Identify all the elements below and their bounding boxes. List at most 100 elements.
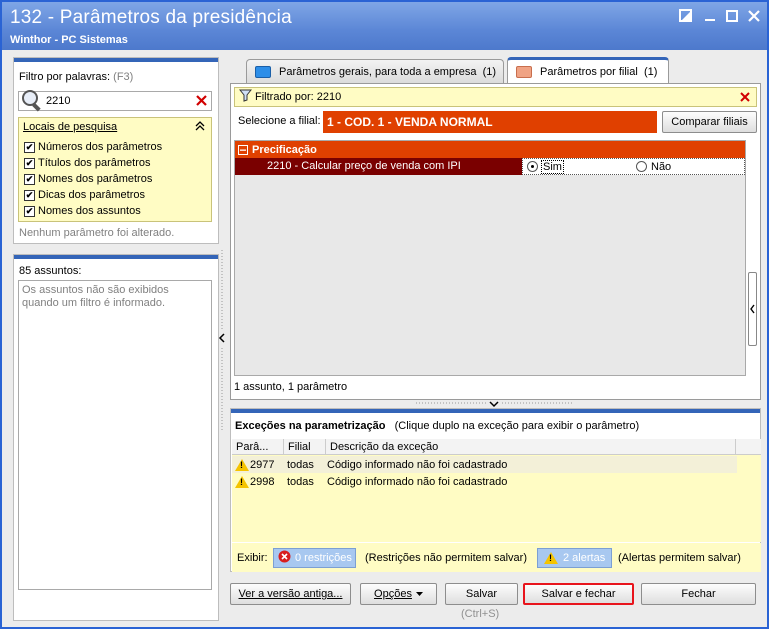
close-button[interactable]: Fechar <box>641 583 756 605</box>
main-window: 132 - Parâmetros da presidência Winthor … <box>0 0 769 629</box>
tab-count: (1) <box>643 66 658 78</box>
minimize-icon[interactable] <box>702 9 718 25</box>
row-description: Código informado não foi cadastrado <box>327 475 508 488</box>
radio-yes-label[interactable]: Sim <box>541 160 564 174</box>
close-icon[interactable] <box>746 9 762 25</box>
warning-icon <box>235 475 249 488</box>
old-version-label: Ver a versão antiga... <box>238 588 343 600</box>
parameter-label: 2210 - Calcular preço de venda com IPI <box>235 158 522 175</box>
checkbox-checked-icon[interactable]: ✔ <box>24 173 35 185</box>
option-label: Nomes dos assuntos <box>38 205 141 217</box>
option-label: Números dos parâmetros <box>38 141 163 153</box>
row-description: Código informado não foi cadastrado <box>327 458 508 471</box>
compare-branches-button[interactable]: Comparar filiais <box>662 111 757 133</box>
dropdown-arrow-icon <box>415 588 423 600</box>
collapse-minus-icon[interactable] <box>238 144 248 155</box>
folder-icon <box>255 65 271 78</box>
collapse-icon[interactable] <box>195 121 205 134</box>
search-locations-title: Locais de pesquisa <box>23 121 118 133</box>
window-subtitle: Winthor - PC Sistemas <box>10 34 128 46</box>
clear-filter-icon[interactable] <box>740 92 750 105</box>
checkbox-checked-icon[interactable]: ✔ <box>24 189 35 201</box>
tab-general-parameters[interactable]: Parâmetros gerais, para toda a empresa (… <box>246 59 504 83</box>
alerts-label: 2 alertas <box>563 552 606 564</box>
parameters-grid: Precificação 2210 - Calcular preço de ve… <box>234 140 746 376</box>
filter-text: Filtrado por: 2210 <box>255 91 342 103</box>
tab-label: Parâmetros por filial <box>540 66 638 78</box>
option-parameter-titles[interactable]: ✔ Títulos dos parâmetros <box>24 155 151 171</box>
option-label: Dicas dos parâmetros <box>38 189 145 201</box>
summary-text: 1 assunto, 1 parâmetro <box>234 381 348 393</box>
option-parameter-names[interactable]: ✔ Nomes dos parâmetros <box>24 171 152 187</box>
row-param: 2998 <box>250 475 275 488</box>
search-value: 2210 <box>46 95 71 107</box>
exceptions-hint: (Clique duplo na exceção para exibir o p… <box>394 420 640 432</box>
side-collapse-handle[interactable] <box>748 272 757 346</box>
option-parameter-hints[interactable]: ✔ Dicas dos parâmetros <box>24 187 145 203</box>
window-title: 132 - Parâmetros da presidência <box>10 7 292 28</box>
old-version-button[interactable]: Ver a versão antiga... <box>230 583 351 605</box>
column-header-description[interactable]: Descrição da exceção <box>326 439 736 454</box>
exceptions-header: Parâ... Filial Descrição da exceção <box>232 439 761 455</box>
restrictions-button[interactable]: 0 restrições <box>273 548 356 568</box>
window-body: Filtro por palavras: (F3) 2210 Locais de… <box>2 50 767 627</box>
funnel-icon <box>238 89 253 105</box>
category-label: Precificação <box>252 143 317 156</box>
exceptions-title: Exceções na parametrização <box>235 420 386 432</box>
table-row[interactable]: 2977 todas Código informado não foi cada… <box>232 456 737 473</box>
tab-branch-parameters[interactable]: Parâmetros por filial (1) <box>507 57 669 84</box>
title-bar[interactable]: 132 - Parâmetros da presidência Winthor … <box>2 2 767 50</box>
panel-accent-bar <box>14 255 218 259</box>
warning-icon <box>235 458 249 471</box>
restore-icon[interactable] <box>678 9 694 25</box>
panel-splitter[interactable] <box>218 250 227 430</box>
option-subject-names[interactable]: ✔ Nomes dos assuntos <box>24 203 141 219</box>
option-parameter-numbers[interactable]: ✔ Números dos parâmetros <box>24 139 162 155</box>
column-header-param[interactable]: Parâ... <box>232 439 284 454</box>
maximize-icon[interactable] <box>724 9 740 25</box>
subjects-count: 85 assuntos: <box>19 265 82 277</box>
save-and-close-button[interactable]: Salvar e fechar <box>523 583 634 605</box>
filter-hotkey: (F3) <box>113 71 134 83</box>
parameter-row[interactable]: 2210 - Calcular preço de venda com IPI S… <box>235 158 745 175</box>
exceptions-footer: Exibir: 0 restrições (Restrições não per… <box>232 543 761 572</box>
parameter-value: Sim Não <box>522 158 745 175</box>
subjects-info: Os assuntos não são exibidos quando um f… <box>22 284 169 309</box>
filter-label: Filtro por palavras: (F3) <box>19 71 134 83</box>
search-input[interactable]: 2210 <box>18 90 212 112</box>
folder-icon <box>516 66 532 78</box>
show-label: Exibir: <box>237 552 268 564</box>
filter-bar: Filtrado por: 2210 <box>234 87 757 107</box>
tab-label: Parâmetros gerais, para toda a empresa <box>279 65 477 78</box>
checkbox-checked-icon[interactable]: ✔ <box>24 205 35 217</box>
subjects-list[interactable]: Os assuntos não são exibidos quando um f… <box>18 280 212 590</box>
checkbox-checked-icon[interactable]: ✔ <box>24 141 35 153</box>
option-label: Nomes dos parâmetros <box>38 173 153 185</box>
save-hotkey: (Ctrl+S) <box>461 608 500 620</box>
clear-search-icon[interactable] <box>196 95 207 109</box>
radio-yes[interactable] <box>527 161 538 172</box>
exceptions-list: 2977 todas Código informado não foi cada… <box>232 455 761 542</box>
restrictions-note: (Restrições não permitem salvar) <box>365 552 527 564</box>
filial-select[interactable]: 1 - COD. 1 - VENDA NORMAL <box>323 111 657 133</box>
filial-label: Selecione a filial: <box>238 115 321 127</box>
change-status: Nenhum parâmetro foi alterado. <box>19 227 175 239</box>
tab-count: (1) <box>482 65 497 78</box>
radio-no-label[interactable]: Não <box>651 161 671 173</box>
alerts-button[interactable]: 2 alertas <box>537 548 612 568</box>
save-button[interactable]: Salvar <box>445 583 518 605</box>
panel-accent-bar <box>14 58 218 62</box>
checkbox-checked-icon[interactable]: ✔ <box>24 157 35 169</box>
search-locations-box: Locais de pesquisa ✔ Números dos parâmetr… <box>18 117 212 222</box>
row-param: 2977 <box>250 458 275 471</box>
horizontal-splitter[interactable] <box>416 399 572 408</box>
options-button[interactable]: Opções <box>360 583 437 605</box>
exceptions-panel: Exceções na parametrização (Clique duplo… <box>230 408 761 572</box>
radio-no[interactable] <box>636 161 647 172</box>
column-header-filial[interactable]: Filial <box>284 439 326 454</box>
table-row[interactable]: 2998 todas Código informado não foi cada… <box>232 473 737 490</box>
tab-page-branch: Filtrado por: 2210 Selecione a filial: 1… <box>230 83 761 400</box>
row-filial: todas <box>287 475 314 488</box>
category-row[interactable]: Precificação <box>235 141 745 158</box>
restrictions-label: 0 restrições <box>295 552 352 564</box>
